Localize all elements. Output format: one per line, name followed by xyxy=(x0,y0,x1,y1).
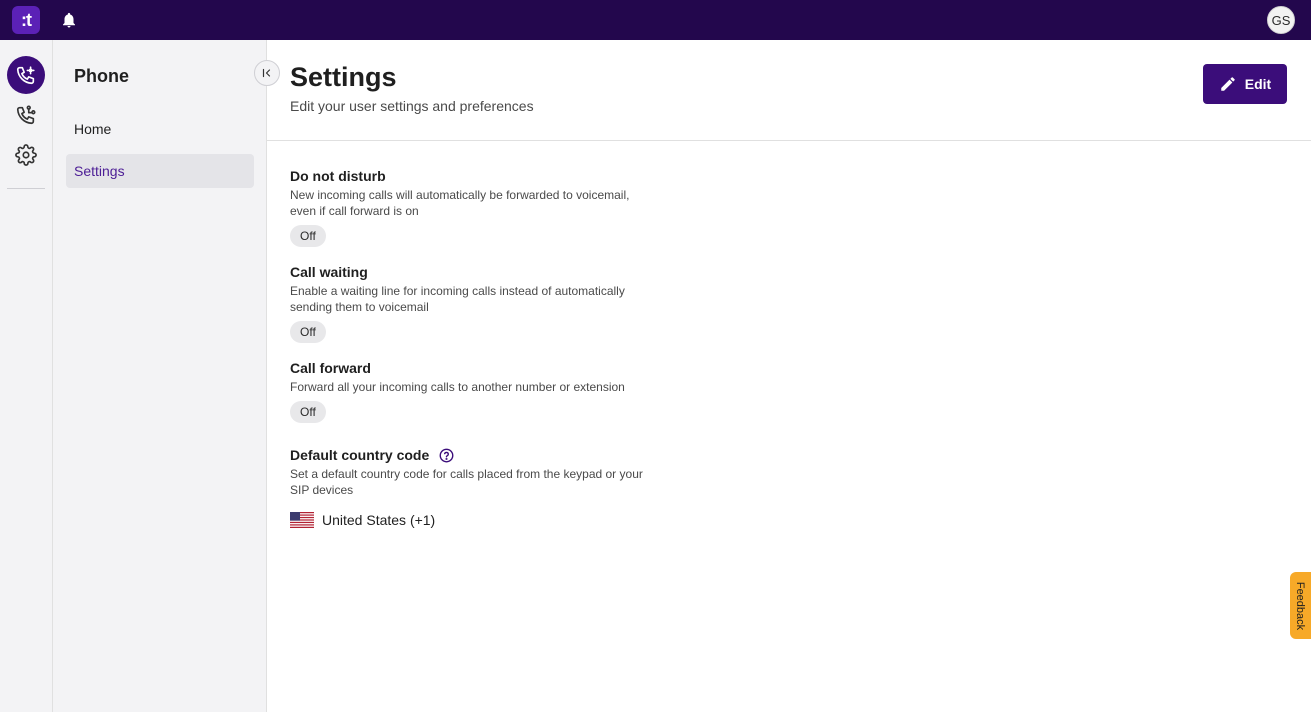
setting-name: Default country code xyxy=(290,447,430,463)
rail-phone-button[interactable] xyxy=(7,56,45,94)
edit-button[interactable]: Edit xyxy=(1203,64,1287,104)
setting-description-line: Forward all your incoming calls to anoth… xyxy=(290,380,625,394)
rail-settings-button[interactable] xyxy=(7,136,45,174)
phone-routing-icon xyxy=(16,105,36,125)
feedback-label: Feedback xyxy=(1294,581,1307,630)
setting-default-country-code: Default country code Set a default count… xyxy=(290,446,650,498)
user-avatar[interactable]: GS xyxy=(1267,6,1295,34)
setting-do-not-disturb: Do not disturb New incoming calls will a… xyxy=(290,167,650,247)
setting-call-waiting: Call waiting Enable a waiting line for i… xyxy=(290,263,650,343)
subnav-item-label: Home xyxy=(74,121,112,137)
country-code-value: United States (+1) xyxy=(290,512,435,528)
setting-description: Forward all your incoming calls to anoth… xyxy=(290,379,650,395)
status-badge: Off xyxy=(290,401,326,423)
setting-name-row: Default country code xyxy=(290,446,650,464)
country-code-label: United States (+1) xyxy=(322,512,436,528)
setting-description-line: Set a default country code for calls pla… xyxy=(290,467,643,481)
setting-description: Set a default country code for calls pla… xyxy=(290,466,650,498)
collapse-left-icon xyxy=(262,68,271,78)
header-divider xyxy=(267,140,1311,141)
status-badge: Off xyxy=(290,321,326,343)
feedback-tab[interactable]: Feedback xyxy=(1290,572,1311,639)
subnav-title: Phone xyxy=(74,66,130,86)
page-title: Settings xyxy=(290,62,397,92)
setting-description-line: New incoming calls will automatically be… xyxy=(290,188,630,202)
notifications-bell-icon[interactable] xyxy=(60,11,78,29)
gear-icon xyxy=(15,144,37,166)
setting-name: Call forward xyxy=(290,360,371,376)
app-logo[interactable]: :t xyxy=(12,6,40,34)
main-content: Settings Edit your user settings and pre… xyxy=(267,40,1311,712)
subnav-item-label: Settings xyxy=(74,163,125,179)
help-circle-icon[interactable] xyxy=(439,448,454,463)
page-subtitle: Edit your user settings and preferences xyxy=(290,98,534,114)
setting-description-line: even if call forward is on xyxy=(290,204,419,218)
rail-routing-button[interactable] xyxy=(7,96,45,134)
setting-call-forward: Call forward Forward all your incoming c… xyxy=(290,359,650,423)
us-flag-icon xyxy=(290,512,314,528)
phone-subnav: Phone Home Settings xyxy=(53,40,267,712)
setting-description: New incoming calls will automatically be… xyxy=(290,187,650,219)
status-badge: Off xyxy=(290,225,326,247)
subnav-item-settings[interactable]: Settings xyxy=(66,154,254,188)
top-bar: :t GS xyxy=(0,0,1311,40)
setting-description-line: SIP devices xyxy=(290,483,354,497)
collapse-sidebar-button[interactable] xyxy=(254,60,280,86)
setting-name: Call waiting xyxy=(290,264,368,280)
setting-name: Do not disturb xyxy=(290,168,386,184)
subnav-item-home[interactable]: Home xyxy=(66,112,254,146)
setting-description-line: sending them to voicemail xyxy=(290,300,429,314)
rail-divider xyxy=(7,188,45,189)
edit-button-label: Edit xyxy=(1244,76,1272,92)
app-rail xyxy=(0,40,53,712)
phone-settings-icon xyxy=(16,66,35,85)
pencil-icon xyxy=(1221,77,1235,91)
setting-description-line: Enable a waiting line for incoming calls… xyxy=(290,284,625,298)
setting-description: Enable a waiting line for incoming calls… xyxy=(290,283,650,315)
